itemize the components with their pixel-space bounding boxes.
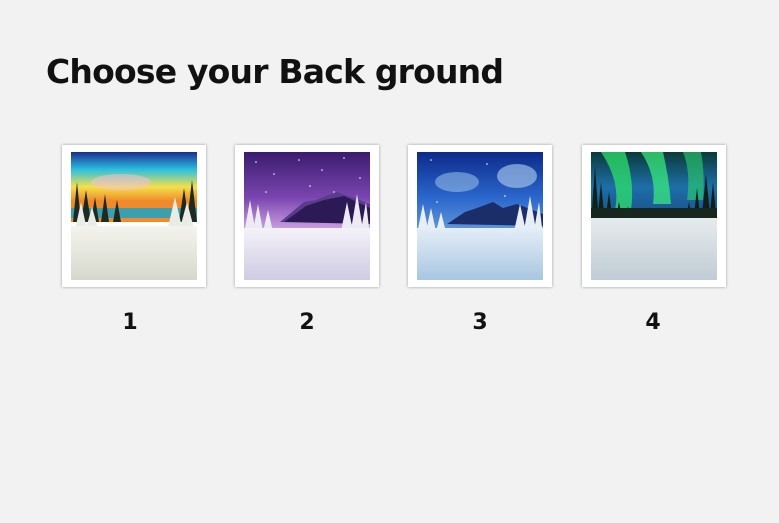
option-number-4[interactable]: 4: [633, 310, 673, 335]
option-number-3[interactable]: 3: [460, 310, 500, 335]
background-option-4[interactable]: [582, 145, 726, 287]
sunset-winter-forest-thumbnail: [71, 152, 197, 280]
option-number-1[interactable]: 1: [110, 310, 150, 335]
blue-night-sky-thumbnail: [417, 152, 543, 280]
background-option-2[interactable]: [235, 145, 379, 287]
option-number-2[interactable]: 2: [287, 310, 327, 335]
page-title: Choose your Back ground: [46, 52, 504, 91]
background-option-3[interactable]: [408, 145, 552, 287]
northern-lights-thumbnail: [591, 152, 717, 280]
background-option-1[interactable]: [62, 145, 206, 287]
purple-starry-night-thumbnail: [244, 152, 370, 280]
